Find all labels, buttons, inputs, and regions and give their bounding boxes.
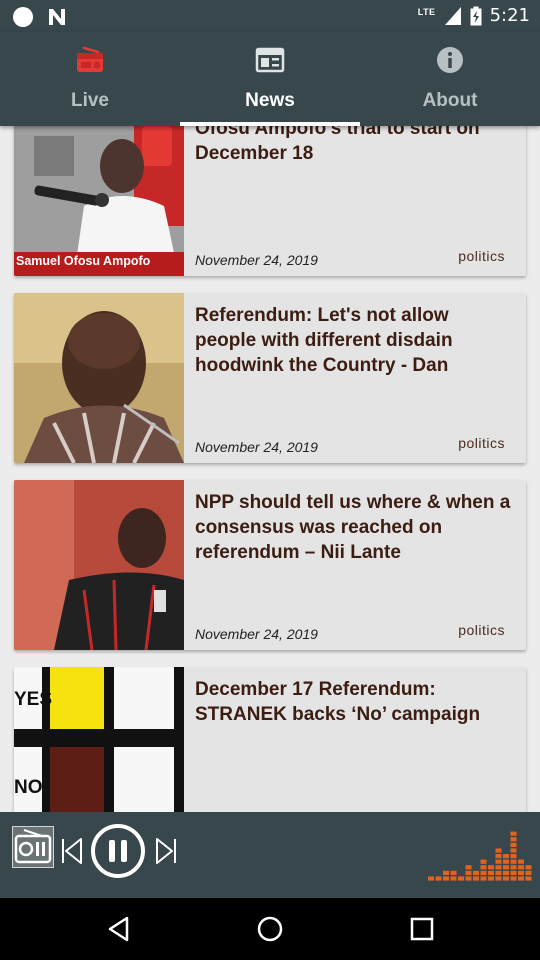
system-navigation-bar <box>0 898 540 960</box>
equalizer-block <box>518 870 524 875</box>
n-notification-icon <box>49 9 65 25</box>
active-tab-indicator <box>180 122 360 126</box>
equalizer-block <box>510 865 517 870</box>
news-title: December 17 Referendum: STRANEK backs ‘N… <box>195 679 481 725</box>
tab-live-label: Live <box>70 90 110 111</box>
photo-caption: Samuel Ofosu Ampofo <box>16 254 151 268</box>
equalizer-block <box>518 876 524 881</box>
equalizer-block <box>510 876 517 881</box>
ballot-no-label: NO <box>14 777 43 798</box>
equalizer-block <box>495 876 502 881</box>
news-title: Referendum: Let's not allow people with … <box>195 305 453 376</box>
equalizer-block <box>480 870 487 875</box>
equalizer-block <box>525 870 532 875</box>
tab-news[interactable]: News <box>180 32 360 126</box>
network-type-label: LTE <box>417 6 436 17</box>
news-date: November 24, 2019 <box>195 626 318 642</box>
news-card[interactable]: NPP should tell us where & when a consen… <box>14 480 526 650</box>
news-card[interactable]: Samuel Ofosu Ampofo Ofosu Ampofo's trial… <box>14 126 526 276</box>
news-card[interactable]: YES NO December 17 Referendum: STRANEK b… <box>14 667 526 812</box>
news-date: November 24, 2019 <box>195 439 318 455</box>
tab-news-label: News <box>245 90 295 111</box>
circle-notification-icon <box>13 7 33 27</box>
back-icon[interactable] <box>105 915 133 943</box>
equalizer-block <box>518 859 524 864</box>
recents-icon[interactable] <box>409 916 435 942</box>
equalizer-block <box>495 854 502 859</box>
equalizer-block <box>450 870 457 875</box>
equalizer-block <box>495 870 502 875</box>
news-category: politics <box>458 622 505 638</box>
equalizer-block <box>488 865 494 870</box>
equalizer-block <box>510 848 517 853</box>
news-title: NPP should tell us where & when a consen… <box>195 492 511 563</box>
equalizer-block <box>503 859 509 864</box>
equalizer-block <box>510 831 517 836</box>
equalizer-block <box>443 876 449 881</box>
equalizer-block <box>488 876 494 881</box>
clock: 5:21 <box>489 5 530 26</box>
home-icon[interactable] <box>256 915 284 943</box>
news-thumbnail: Samuel Ofosu Ampofo <box>14 126 184 276</box>
equalizer-block <box>525 876 532 881</box>
equalizer-block <box>510 870 517 875</box>
equalizer-block <box>495 848 502 853</box>
equalizer-block <box>525 865 532 870</box>
equalizer-block <box>473 870 479 875</box>
signal-icon <box>444 6 461 25</box>
equalizer-block <box>503 876 509 881</box>
equalizer-block <box>510 854 517 859</box>
tab-about[interactable]: About <box>360 32 540 126</box>
equalizer-block <box>518 865 524 870</box>
equalizer-block <box>488 870 494 875</box>
pause-icon[interactable] <box>90 823 146 879</box>
news-thumbnail: YES NO <box>14 667 184 812</box>
info-icon <box>437 47 463 73</box>
equalizer-block <box>495 865 502 870</box>
equalizer-block <box>503 865 509 870</box>
news-category: politics <box>458 435 505 451</box>
equalizer-icon <box>428 831 532 881</box>
news-date: November 24, 2019 <box>195 252 318 268</box>
equalizer-block <box>510 837 517 842</box>
equalizer-block <box>428 876 434 881</box>
equalizer-block <box>495 859 502 864</box>
news-card[interactable]: Referendum: Let's not allow people with … <box>14 293 526 463</box>
news-feed[interactable]: Samuel Ofosu Ampofo Ofosu Ampofo's trial… <box>0 126 540 812</box>
top-tab-bar: Live News About <box>0 32 540 126</box>
equalizer-block <box>510 859 517 864</box>
news-category: politics <box>458 248 505 264</box>
news-thumbnail <box>14 293 184 463</box>
equalizer-block <box>465 876 472 881</box>
skip-previous-icon[interactable] <box>60 836 84 866</box>
news-thumbnail <box>14 480 184 650</box>
tab-live[interactable]: Live <box>0 32 180 126</box>
equalizer-block <box>465 865 472 870</box>
equalizer-block <box>510 842 517 847</box>
equalizer-block <box>503 854 509 859</box>
newspaper-icon <box>255 47 285 73</box>
equalizer-block <box>480 865 487 870</box>
equalizer-block <box>480 859 487 864</box>
equalizer-block <box>480 876 487 881</box>
status-bar: LTE 5:21 <box>0 0 540 32</box>
radio-station-icon[interactable] <box>12 826 54 868</box>
news-title: Ofosu Ampofo's trial to start on Decembe… <box>195 126 480 164</box>
equalizer-block <box>443 870 449 875</box>
tab-about-label: About <box>422 90 478 111</box>
audio-player-bar <box>0 812 540 898</box>
equalizer-block <box>503 870 509 875</box>
skip-next-icon[interactable] <box>154 836 178 866</box>
battery-icon <box>470 6 482 25</box>
equalizer-block <box>465 870 472 875</box>
radio-icon <box>77 46 103 72</box>
ballot-yes-label: YES <box>14 689 53 710</box>
equalizer-block <box>435 876 442 881</box>
equalizer-block <box>473 876 479 881</box>
equalizer-block <box>450 876 457 881</box>
equalizer-block <box>458 876 464 881</box>
